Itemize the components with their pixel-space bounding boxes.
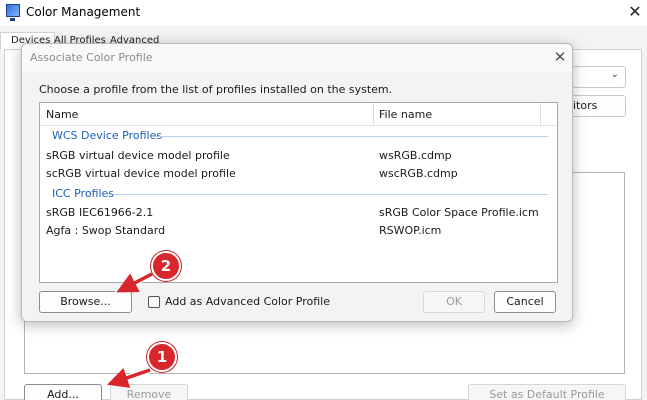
step-badge-1: 1 [147, 342, 177, 372]
arrow-1-add [107, 367, 151, 388]
step-badge-2: 2 [151, 251, 181, 281]
annotation-overlay [106, 271, 155, 388]
arrow-2-browse [116, 272, 153, 293]
